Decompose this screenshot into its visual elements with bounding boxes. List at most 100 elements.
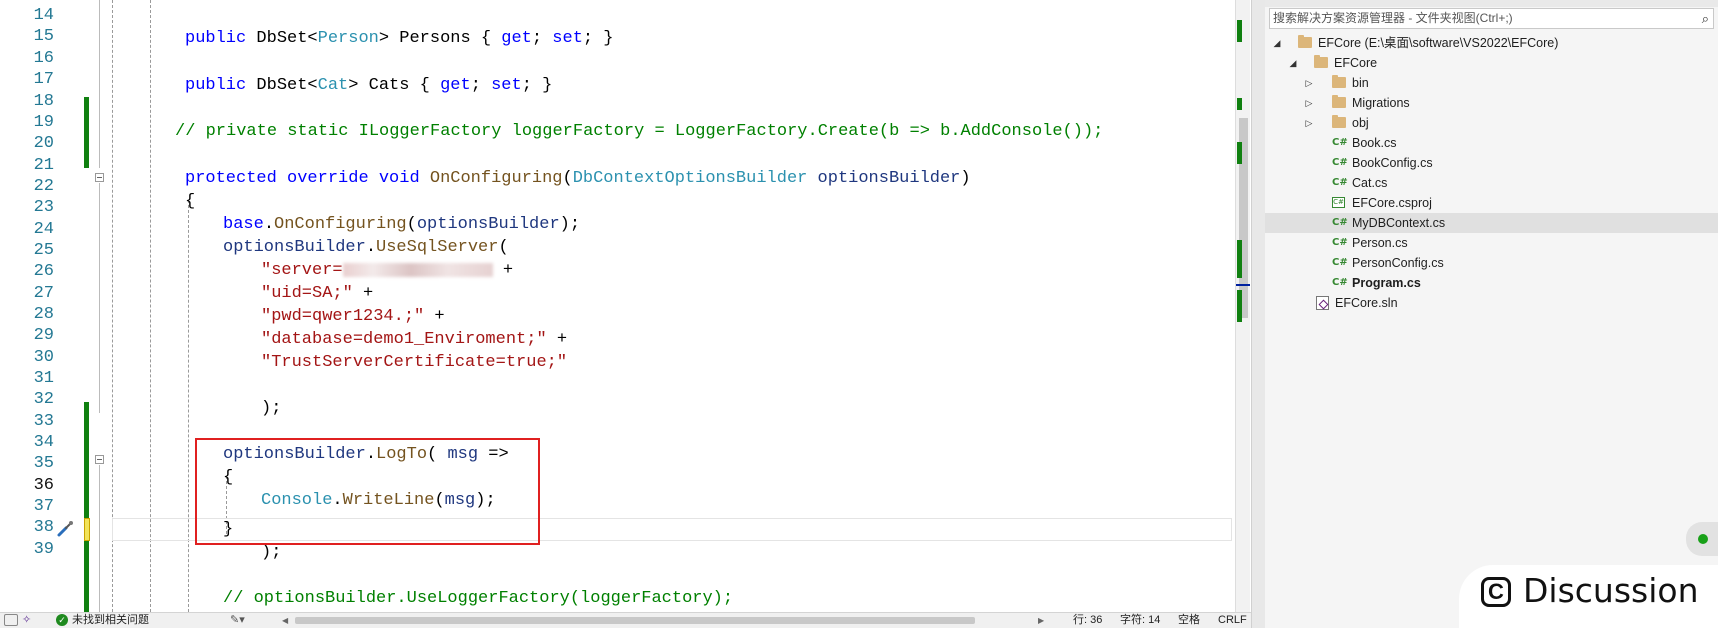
- csharp-file-icon: C#: [1332, 257, 1348, 268]
- panel-splitter[interactable]: [1251, 0, 1265, 628]
- tree-item-bookconfig-cs[interactable]: C# BookConfig.cs: [1265, 153, 1718, 173]
- tree-item-label: obj: [1352, 116, 1369, 130]
- collapse-region-toggle[interactable]: [95, 173, 104, 182]
- code-line-19-comment[interactable]: // private static ILoggerFactory loggerF…: [175, 120, 1103, 143]
- cursor-line-indicator[interactable]: 行: 36: [1073, 613, 1102, 628]
- change-marker: [84, 97, 89, 168]
- line-number: 20: [33, 134, 54, 153]
- tree-item-efcore-csproj[interactable]: C# EFCore.csproj: [1265, 193, 1718, 213]
- scroll-right-arrow-icon[interactable]: ▶: [1038, 613, 1044, 628]
- collapse-icon[interactable]: ◢: [1287, 53, 1299, 73]
- tree-item-obj-folder[interactable]: ▷ obj: [1265, 113, 1718, 133]
- line-ending-indicator[interactable]: CRLF: [1218, 613, 1247, 628]
- tree-item-root-folder[interactable]: ◢ EFCore (E:\桌面\software\VS2022\EFCore): [1265, 33, 1718, 53]
- code-cleanup-brush-icon[interactable]: ✎▾: [230, 613, 245, 628]
- expand-icon[interactable]: ▷: [1303, 73, 1315, 93]
- line-number: 17: [33, 70, 54, 89]
- tree-item-label: Book.cs: [1352, 136, 1397, 150]
- code-editor[interactable]: 14 15 16 17 18 19 20 21 22 23 24 25 26 2…: [0, 0, 1250, 612]
- line-number: 30: [33, 348, 54, 367]
- unsaved-change-marker: [84, 518, 90, 541]
- current-line-number: 36: [33, 476, 54, 495]
- folder-icon: [1314, 55, 1328, 68]
- tree-item-program-cs[interactable]: C# Program.cs: [1265, 273, 1718, 293]
- code-line-23[interactable]: base.OnConfiguring(optionsBuilder);: [223, 213, 580, 236]
- code-line-17[interactable]: public DbSet<Cat> Cats { get; set; }: [185, 74, 552, 97]
- csharp-file-icon: C#: [1332, 277, 1348, 288]
- code-line-29[interactable]: "TrustServerCertificate=true;": [261, 351, 567, 374]
- line-number: 26: [33, 262, 54, 281]
- tree-item-label: Migrations: [1352, 96, 1410, 110]
- intellicode-icon[interactable]: ✧: [22, 613, 31, 628]
- tree-item-label: Person.cs: [1352, 236, 1408, 250]
- vertical-scrollbar[interactable]: [1235, 0, 1250, 612]
- tree-item-mydbcontext-cs[interactable]: C# MyDBContext.cs: [1265, 213, 1718, 233]
- tree-item-efcore-sln[interactable]: EFCore.sln: [1265, 293, 1718, 313]
- solution-file-icon: [1316, 296, 1329, 310]
- folder-icon: [1332, 75, 1346, 88]
- code-line-22[interactable]: {: [185, 190, 195, 213]
- code-line-26[interactable]: "uid=SA;" +: [261, 282, 373, 305]
- collapse-region-toggle[interactable]: [95, 455, 104, 464]
- scroll-change-mark: [1237, 98, 1242, 110]
- search-icon[interactable]: ⌕: [1702, 11, 1709, 26]
- expand-icon[interactable]: ▷: [1303, 113, 1315, 133]
- line-number: 37: [33, 497, 54, 516]
- tree-item-book-cs[interactable]: C# Book.cs: [1265, 133, 1718, 153]
- tree-item-migrations-folder[interactable]: ▷ Migrations: [1265, 93, 1718, 113]
- code-line-25[interactable]: "server= +: [261, 259, 513, 282]
- line-number: 15: [33, 27, 54, 46]
- collapse-icon[interactable]: ◢: [1271, 33, 1283, 53]
- online-status-dot-icon: [1698, 534, 1708, 544]
- tree-item-label: EFCore: [1334, 56, 1378, 70]
- horizontal-scroll-thumb[interactable]: [295, 617, 975, 624]
- line-number: 28: [33, 305, 54, 324]
- tree-item-label: Cat.cs: [1352, 176, 1388, 190]
- whitespace-indicator[interactable]: 空格: [1178, 613, 1200, 628]
- code-line-21[interactable]: protected override void OnConfiguring(Db…: [185, 167, 971, 190]
- line-number: 33: [33, 412, 54, 431]
- line-number: 29: [33, 326, 54, 345]
- solution-explorer-search-input[interactable]: 搜索解决方案资源管理器 - 文件夹视图(Ctrl+;) ⌕: [1269, 8, 1714, 29]
- code-line-24[interactable]: optionsBuilder.UseSqlServer(: [223, 236, 509, 259]
- explorer-toolbar-edge: [1265, 0, 1718, 7]
- scroll-change-mark: [1237, 240, 1242, 278]
- line-number: 38: [33, 518, 54, 537]
- tree-item-personconfig-cs[interactable]: C# PersonConfig.cs: [1265, 253, 1718, 273]
- code-line-27[interactable]: "pwd=qwer1234.;" +: [261, 305, 445, 328]
- code-line-31[interactable]: );: [261, 397, 281, 420]
- cursor-char-indicator[interactable]: 字符: 14: [1120, 613, 1160, 628]
- code-line-28[interactable]: "database=demo1_Enviroment;" +: [261, 328, 567, 351]
- line-number: 23: [33, 198, 54, 217]
- highlight-annotation-box: [195, 438, 540, 545]
- tree-item-cat-cs[interactable]: C# Cat.cs: [1265, 173, 1718, 193]
- line-number: 34: [33, 433, 54, 452]
- expand-icon[interactable]: ▷: [1303, 93, 1315, 113]
- csharp-file-icon: C#: [1332, 177, 1348, 188]
- line-number: 32: [33, 390, 54, 409]
- tree-item-person-cs[interactable]: C# Person.cs: [1265, 233, 1718, 253]
- scroll-left-arrow-icon[interactable]: ◀: [282, 613, 288, 628]
- line-number: 22: [33, 177, 54, 196]
- line-number: 19: [33, 113, 54, 132]
- tree-item-bin-folder[interactable]: ▷ bin: [1265, 73, 1718, 93]
- tree-item-label: EFCore.sln: [1335, 296, 1398, 310]
- no-issues-check-icon: ✓: [56, 614, 68, 626]
- line-number: 21: [33, 156, 54, 175]
- quick-actions-screwdriver-icon[interactable]: [55, 519, 75, 539]
- line-number: 14: [33, 6, 54, 25]
- folder-icon: [1298, 35, 1312, 48]
- tree-item-efcore-folder[interactable]: ◢ EFCore: [1265, 53, 1718, 73]
- indent-guide: [188, 200, 189, 612]
- code-line-15[interactable]: public DbSet<Person> Persons { get; set;…: [185, 27, 614, 50]
- issues-status[interactable]: 未找到相关问题: [72, 613, 149, 628]
- zoom-dropdown[interactable]: [4, 614, 18, 626]
- csharp-file-icon: C#: [1332, 237, 1348, 248]
- discussion-label: Discussion: [1523, 571, 1699, 610]
- editor-status-bar: ✧ ✓ 未找到相关问题 ✎▾ ◀ ▶ 行: 36 字符: 14 空格 CRLF: [0, 612, 1265, 628]
- csproj-file-icon: C#: [1332, 197, 1345, 208]
- code-line-39-comment[interactable]: // optionsBuilder.UseLoggerFactory(logge…: [223, 587, 733, 610]
- csharp-file-icon: C#: [1332, 217, 1348, 228]
- editor-gutter: 14 15 16 17 18 19 20 21 22 23 24 25 26 2…: [0, 0, 112, 612]
- change-marker: [84, 402, 89, 530]
